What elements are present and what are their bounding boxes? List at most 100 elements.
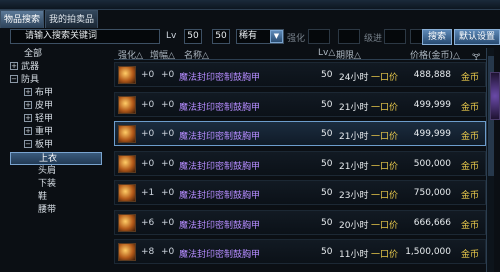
expand-icon[interactable]: + <box>24 126 32 135</box>
table-row[interactable]: +0 +0 魔法封印密制鼓胸甲 50 24小时 一口价 488,888 金币 <box>114 62 486 87</box>
sidebar-item-label: 全部 <box>24 49 43 59</box>
armor-icon[interactable] <box>118 66 136 84</box>
expand-icon[interactable]: + <box>24 87 32 96</box>
table-row[interactable]: +8 +0 魔法封印密制鼓胸甲 50 11小时 一口价 1,500,000 金币 <box>114 239 486 264</box>
collapse-icon[interactable]: − <box>10 74 18 83</box>
chevron-down-icon[interactable]: ▼ <box>270 30 283 43</box>
sidebar-item[interactable]: − 防具 <box>10 74 102 87</box>
cell-unit: 金币 <box>460 250 479 260</box>
cell-price: 666,666 <box>413 217 451 228</box>
cell-time: 20小时 <box>339 220 369 231</box>
results-table: 强化△ 增幅△ 名称△ Lv△ 期限△ 价格(金币)△ 🝖 +0 +0 魔法封印密制鼓胸甲 50 2… <box>114 48 486 272</box>
sidebar-item-label: 下装 <box>38 179 57 189</box>
cell-lv: 50 <box>321 247 333 257</box>
sidebar-item[interactable]: + 轻甲 <box>10 113 102 126</box>
cell-name: 魔法封印密制鼓胸甲 <box>179 161 261 172</box>
sidebar-item[interactable]: 上衣 <box>10 152 102 165</box>
cell-amplify: +0 <box>161 158 175 169</box>
header-enhance[interactable]: 强化△ <box>118 48 143 61</box>
header-amplify[interactable]: 增幅△ <box>150 48 175 61</box>
armor-icon[interactable] <box>118 213 136 232</box>
sidebar-item-label: 防具 <box>21 75 40 85</box>
sidebar-item[interactable]: − 板甲 <box>10 139 102 152</box>
table-row[interactable]: +0 +0 魔法封印密制鼓胸甲 50 21小时 一口价 499,999 金币 <box>114 121 486 146</box>
header-name[interactable]: 名称△ <box>184 48 209 61</box>
cell-amplify: +0 <box>161 247 175 257</box>
default-settings-button[interactable]: 默认设置 <box>454 29 500 45</box>
armor-icon[interactable] <box>118 243 136 261</box>
sidebar-item-label: 上衣 <box>39 154 58 164</box>
cell-unit: 金币 <box>460 132 479 142</box>
sidebar-item[interactable]: 头肩 <box>10 165 102 178</box>
tab-item-search[interactable]: 物品搜索 <box>0 10 45 28</box>
sidebar-item[interactable]: 下装 <box>10 178 102 191</box>
sidebar-item[interactable]: 全部 <box>10 48 102 61</box>
grade-label: 级进 <box>364 34 383 44</box>
collapse-icon[interactable]: − <box>24 139 32 148</box>
sidebar-item-label: 鞋 <box>38 192 48 202</box>
cell-price: 1,500,000 <box>405 247 451 257</box>
sidebar-item[interactable]: + 重甲 <box>10 126 102 139</box>
sidebar-item-label: 腰带 <box>38 205 57 215</box>
table-row[interactable]: +0 +0 魔法封印密制鼓胸甲 50 21小时 一口价 499,999 金币 <box>114 91 486 117</box>
cell-mode: 一口价 <box>371 161 399 172</box>
sidebar-item-label: 板甲 <box>35 140 54 150</box>
enhance-min-input[interactable] <box>308 29 330 44</box>
sidebar-item[interactable]: + 武器 <box>10 61 102 74</box>
cell-time: 24小时 <box>339 73 369 83</box>
sidebar-item[interactable]: + 布甲 <box>10 87 102 100</box>
armor-icon[interactable] <box>118 95 136 114</box>
cell-amplify: +0 <box>161 129 175 139</box>
enhance-max-input[interactable] <box>338 29 360 44</box>
sidebar-item[interactable]: 鞋 <box>10 191 102 204</box>
cell-enhance: +0 <box>141 129 155 139</box>
armor-icon[interactable] <box>118 184 136 202</box>
table-row[interactable]: +6 +0 魔法封印密制鼓胸甲 50 20小时 一口价 666,666 金币 <box>114 209 486 235</box>
expand-icon[interactable]: + <box>10 61 18 70</box>
sidebar-item-label: 重甲 <box>35 127 54 137</box>
cell-name: 魔法封印密制鼓胸甲 <box>179 102 261 113</box>
cell-name: 魔法封印密制鼓胸甲 <box>179 220 261 231</box>
cell-mode: 一口价 <box>371 250 399 260</box>
cell-time: 21小时 <box>339 161 369 172</box>
table-row[interactable]: +0 +0 魔法封印密制鼓胸甲 50 21小时 一口价 500,000 金币 <box>114 150 486 176</box>
search-bar: 请输入搜索关键词 Lv 50 50 稀有 ▼ 强化 级进 搜索 默认设置 <box>0 29 500 45</box>
armor-icon[interactable] <box>118 154 136 173</box>
armor-icon[interactable] <box>118 125 136 143</box>
header-price[interactable]: 价格(金币)△ <box>410 48 460 61</box>
header-time[interactable]: 期限△ <box>336 48 361 61</box>
cell-mode: 一口价 <box>371 220 399 231</box>
cell-enhance: +8 <box>141 247 155 257</box>
cell-name: 魔法封印密制鼓胸甲 <box>179 132 261 142</box>
search-button[interactable]: 搜索 <box>422 29 452 45</box>
lv-min-input[interactable]: 50 <box>184 29 202 44</box>
header-lv[interactable]: Lv△ <box>318 48 335 58</box>
sidebar-item[interactable]: + 皮甲 <box>10 100 102 113</box>
tab-bar: 物品搜索 我的拍卖品 <box>0 10 99 28</box>
cell-amplify: +0 <box>161 70 175 80</box>
tab-my-auctions[interactable]: 我的拍卖品 <box>45 10 99 28</box>
cell-price: 499,999 <box>413 99 451 110</box>
sidebar-item-label: 皮甲 <box>35 101 54 111</box>
cell-name: 魔法封印密制鼓胸甲 <box>179 191 261 201</box>
cell-enhance: +0 <box>141 99 155 110</box>
cell-time: 21小时 <box>339 132 369 142</box>
cell-unit: 金币 <box>460 191 479 201</box>
cell-unit: 金币 <box>460 161 479 172</box>
cell-amplify: +0 <box>161 217 175 228</box>
cell-lv: 50 <box>321 188 333 198</box>
expand-icon[interactable]: + <box>24 100 32 109</box>
cell-amplify: +0 <box>161 99 175 110</box>
cell-enhance: +0 <box>141 158 155 169</box>
sidebar-item[interactable]: 腰带 <box>10 204 102 217</box>
table-row[interactable]: +1 +0 魔法封印密制鼓胸甲 50 23小时 一口价 750,000 金币 <box>114 180 486 205</box>
cell-enhance: +0 <box>141 70 155 80</box>
cell-mode: 一口价 <box>371 191 399 201</box>
cell-price: 488,888 <box>413 70 451 80</box>
search-input[interactable]: 请输入搜索关键词 <box>10 29 160 44</box>
grade-min-input[interactable] <box>384 29 406 44</box>
cell-price: 500,000 <box>413 158 451 169</box>
expand-icon[interactable]: + <box>24 113 32 122</box>
lv-max-input[interactable]: 50 <box>212 29 230 44</box>
cell-lv: 50 <box>321 70 333 80</box>
